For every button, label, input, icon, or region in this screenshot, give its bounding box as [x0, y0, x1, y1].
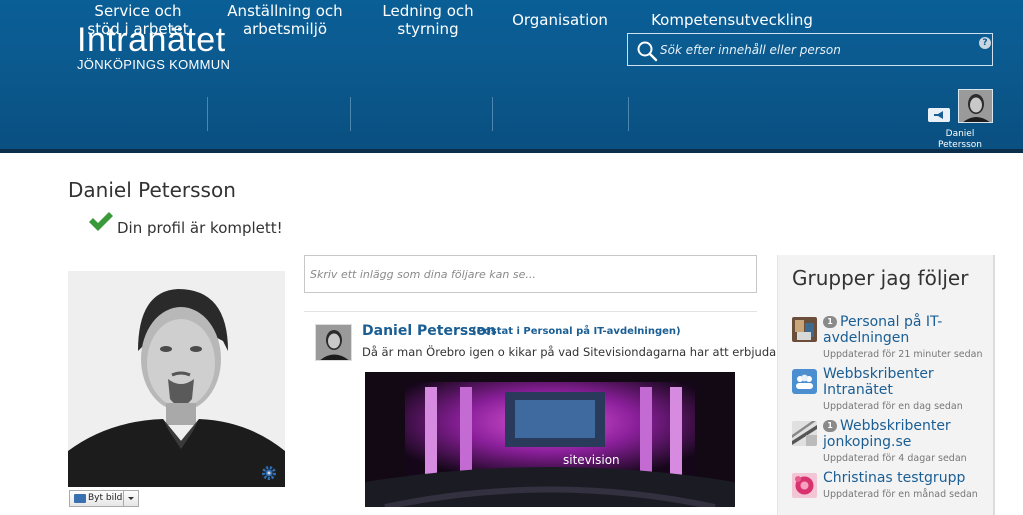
group-name[interactable]: Webbskribenter Intranätet: [823, 366, 993, 398]
group-badge: 1: [823, 420, 837, 432]
nav-anstallning[interactable]: Anställning och arbetsmiljö: [224, 0, 346, 40]
group-thumbnail[interactable]: [792, 421, 817, 446]
megaphone-icon[interactable]: [928, 108, 950, 122]
profile-name: Daniel Petersson: [68, 178, 236, 202]
group-badge: 1: [823, 316, 837, 328]
profile-photo: [68, 271, 285, 487]
nav-separator: [207, 97, 208, 131]
user-avatar[interactable]: [958, 89, 993, 123]
groups-title: Grupper jag följer: [792, 266, 969, 290]
nav-separator: [492, 97, 493, 131]
group-updated: Uppdaterad för 21 minuter sedan: [823, 349, 983, 360]
change-photo-dropdown[interactable]: [123, 490, 139, 507]
group-name[interactable]: Webbskribenter jonkoping.se: [823, 418, 951, 450]
nav-service[interactable]: Service och stöd i arbetet: [86, 0, 190, 40]
nav-ledning[interactable]: Ledning och styrning: [380, 0, 476, 40]
nav-organisation[interactable]: Organisation: [508, 0, 612, 40]
nav-separator: [350, 97, 351, 131]
group-updated: Uppdaterad för en dag sedan: [823, 401, 963, 412]
profile-complete-text: Din profil är komplett!: [117, 219, 283, 237]
post-image-caption: sitevision: [563, 453, 620, 467]
check-icon: [89, 212, 113, 231]
feed-divider: [304, 311, 757, 312]
group-thumbnail[interactable]: [792, 317, 817, 342]
post-text: Då är man Örebro igen o kikar på vad Sit…: [362, 345, 780, 359]
group-name[interactable]: Christinas testgrupp: [823, 470, 993, 486]
user-name[interactable]: Daniel Petersson: [924, 129, 996, 151]
post-context[interactable]: (Postat i Personal på IT-avdelningen): [472, 326, 681, 337]
search-icon[interactable]: [636, 40, 658, 62]
post-author-avatar[interactable]: [315, 324, 352, 361]
nav-separator: [628, 97, 629, 131]
brand-subtitle: JÖNKÖPINGS KOMMUN: [77, 57, 231, 72]
group-thumbnail[interactable]: [792, 473, 817, 498]
header-divider: [0, 149, 1023, 153]
group-name[interactable]: Personal på IT-avdelningen: [823, 314, 942, 346]
nav-kompetensutveckling[interactable]: Kompetensutveckling: [651, 0, 813, 40]
group-updated: Uppdaterad för en månad sedan: [823, 489, 978, 500]
group-updated: Uppdaterad för 4 dagar sedan: [823, 453, 967, 464]
help-icon[interactable]: ?: [979, 37, 991, 49]
chevron-down-icon: [128, 497, 134, 500]
group-icon[interactable]: [792, 369, 817, 394]
post-input[interactable]: [304, 255, 757, 293]
post-image[interactable]: sitevision: [365, 372, 735, 507]
folder-icon: [74, 494, 86, 503]
gear-icon[interactable]: [261, 465, 277, 481]
